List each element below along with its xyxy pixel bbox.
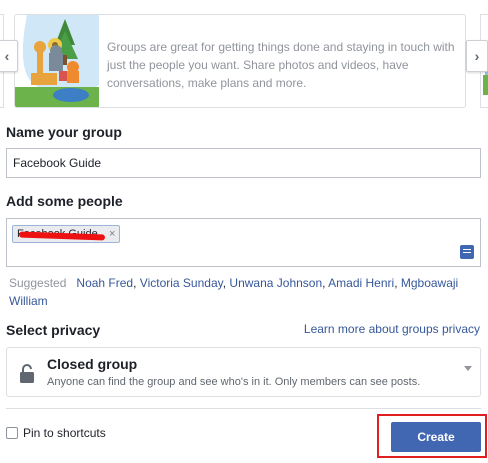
pin-label: Pin to shortcuts <box>23 426 106 440</box>
carousel-prev-button[interactable]: ‹ <box>0 40 18 72</box>
group-name-input[interactable] <box>6 148 481 178</box>
pin-to-shortcuts[interactable]: Pin to shortcuts <box>6 426 106 440</box>
pin-checkbox[interactable] <box>6 427 18 439</box>
learn-more-privacy-link[interactable]: Learn more about groups privacy <box>304 322 480 336</box>
lock-icon <box>20 364 34 383</box>
suggested-label: Suggested <box>9 276 67 290</box>
add-people-input[interactable]: Facebook Guide × <box>6 218 481 267</box>
remove-token-icon[interactable]: × <box>109 226 115 242</box>
groups-intro-card: Groups are great for getting things done… <box>14 14 466 108</box>
name-group-label: Name your group <box>6 124 122 140</box>
suggested-person[interactable]: Noah Fred <box>76 276 133 290</box>
chevron-right-icon: › <box>474 48 480 64</box>
animals-illustration <box>15 15 99 107</box>
carousel-next-button[interactable]: › <box>466 40 488 72</box>
chevron-left-icon: ‹ <box>4 48 10 64</box>
divider <box>6 408 481 409</box>
create-button[interactable]: Create <box>391 422 481 452</box>
groups-description: Groups are great for getting things done… <box>107 40 455 90</box>
chevron-down-icon <box>464 366 472 371</box>
suggested-person[interactable]: Unwana Johnson <box>229 276 322 290</box>
suggested-people: Suggested Noah Fred, Victoria Sunday, Un… <box>9 276 459 308</box>
privacy-option-title: Closed group <box>47 356 138 372</box>
privacy-option-description: Anyone can find the group and see who's … <box>47 376 421 388</box>
suggested-person[interactable]: Amadi Henri <box>328 276 394 290</box>
select-privacy-label: Select privacy <box>6 322 101 338</box>
suggested-person[interactable]: Victoria Sunday <box>140 276 223 290</box>
add-people-label: Add some people <box>6 193 123 209</box>
compose-icon[interactable] <box>460 245 474 259</box>
privacy-selector[interactable]: Closed group Anyone can find the group a… <box>6 347 481 397</box>
person-token: Facebook Guide × <box>12 225 121 243</box>
